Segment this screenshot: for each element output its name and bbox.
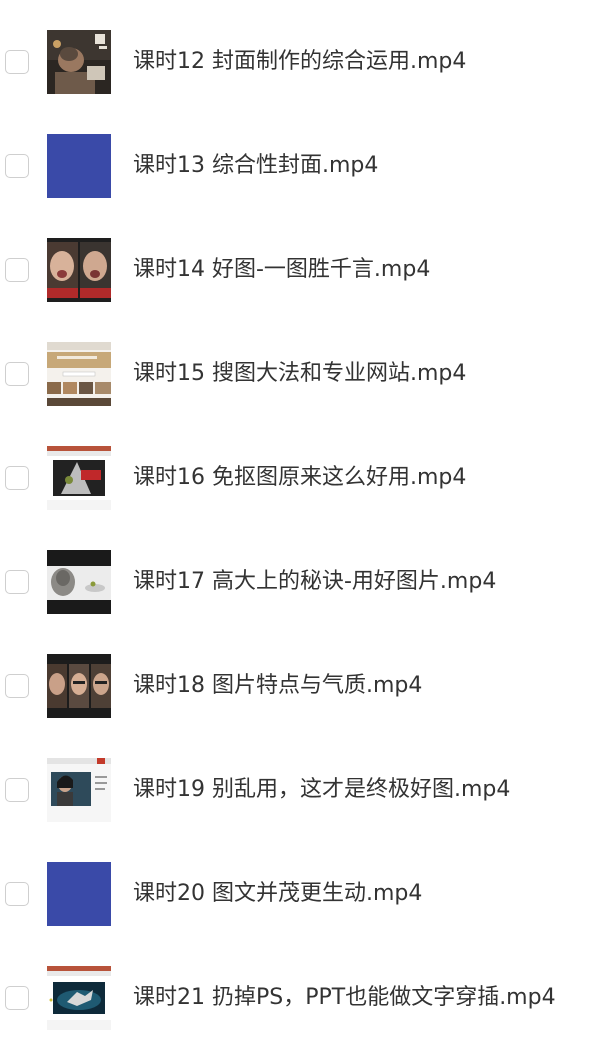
video-thumbnail[interactable]: [47, 966, 111, 1030]
file-name[interactable]: 课时20 图文并茂更生动.mp4: [133, 878, 422, 910]
file-checkbox[interactable]: [5, 362, 29, 386]
video-thumbnail[interactable]: [47, 550, 111, 614]
video-thumbnail[interactable]: [47, 446, 111, 510]
file-row[interactable]: 课时21 扔掉PS，PPT也能做文字穿插.mp4: [0, 946, 608, 1050]
file-name[interactable]: 课时18 图片特点与气质.mp4: [133, 670, 422, 702]
file-name[interactable]: 课时19 别乱用，这才是终极好图.mp4: [133, 774, 510, 806]
video-thumbnail[interactable]: [47, 758, 111, 822]
file-checkbox[interactable]: [5, 882, 29, 906]
file-row[interactable]: 课时17 高大上的秘诀-用好图片.mp4: [0, 530, 608, 634]
video-thumbnail[interactable]: [47, 134, 111, 198]
file-checkbox[interactable]: [5, 50, 29, 74]
file-row[interactable]: 课时14 好图-一图胜千言.mp4: [0, 218, 608, 322]
video-thumbnail[interactable]: [47, 30, 111, 94]
file-checkbox[interactable]: [5, 986, 29, 1010]
file-list: 课时12 封面制作的综合运用.mp4 课时13 综合性封面.mp4 课时14 好…: [0, 10, 608, 1050]
file-name[interactable]: 课时16 免抠图原来这么好用.mp4: [133, 462, 466, 494]
file-row[interactable]: 课时12 封面制作的综合运用.mp4: [0, 10, 608, 114]
file-name[interactable]: 课时17 高大上的秘诀-用好图片.mp4: [133, 566, 496, 598]
file-row[interactable]: 课时19 别乱用，这才是终极好图.mp4: [0, 738, 608, 842]
file-row[interactable]: 课时18 图片特点与气质.mp4: [0, 634, 608, 738]
file-checkbox[interactable]: [5, 778, 29, 802]
file-checkbox[interactable]: [5, 154, 29, 178]
video-thumbnail[interactable]: [47, 342, 111, 406]
file-row[interactable]: 课时16 免抠图原来这么好用.mp4: [0, 426, 608, 530]
video-thumbnail[interactable]: [47, 654, 111, 718]
file-row[interactable]: 课时20 图文并茂更生动.mp4: [0, 842, 608, 946]
file-name[interactable]: 课时13 综合性封面.mp4: [133, 150, 378, 182]
file-name[interactable]: 课时21 扔掉PS，PPT也能做文字穿插.mp4: [133, 982, 556, 1014]
file-name[interactable]: 课时12 封面制作的综合运用.mp4: [133, 46, 466, 78]
file-row[interactable]: 课时13 综合性封面.mp4: [0, 114, 608, 218]
file-checkbox[interactable]: [5, 466, 29, 490]
video-thumbnail[interactable]: [47, 238, 111, 302]
file-checkbox[interactable]: [5, 674, 29, 698]
file-name[interactable]: 课时15 搜图大法和专业网站.mp4: [133, 358, 466, 390]
file-checkbox[interactable]: [5, 258, 29, 282]
file-name[interactable]: 课时14 好图-一图胜千言.mp4: [133, 254, 430, 286]
file-checkbox[interactable]: [5, 570, 29, 594]
file-row[interactable]: 课时15 搜图大法和专业网站.mp4: [0, 322, 608, 426]
video-thumbnail[interactable]: [47, 862, 111, 926]
